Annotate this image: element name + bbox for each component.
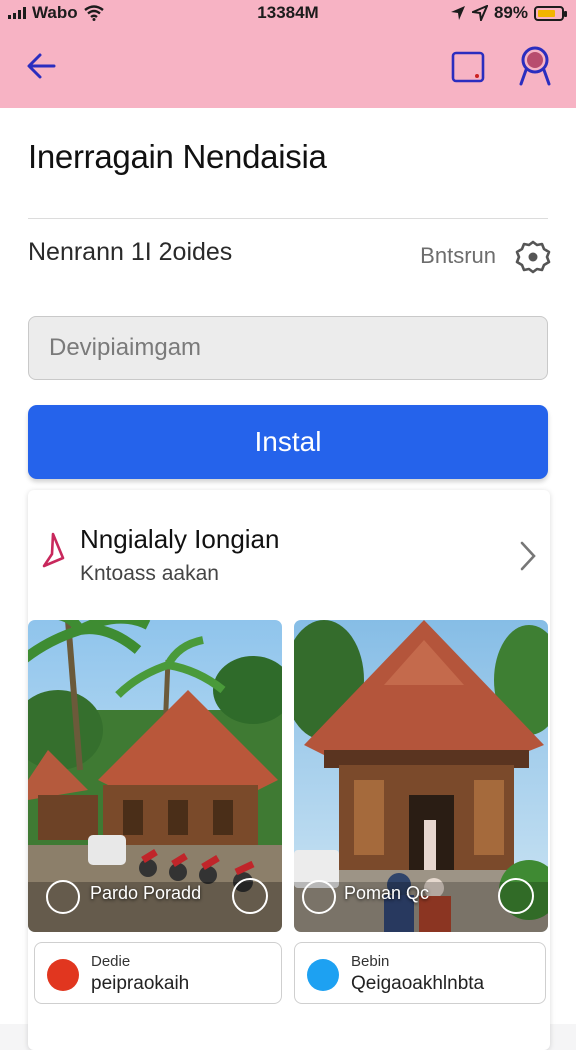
- battery-icon: [534, 5, 567, 21]
- pin-icon: [42, 532, 65, 568]
- tile-bottom-text: Qeigaoakhlnbta: [351, 973, 485, 994]
- option-label[interactable]: Bntsrun: [420, 243, 496, 269]
- divider: [28, 218, 548, 219]
- list-item[interactable]: Nngialaly Iongian Kntoass aakan: [28, 490, 550, 610]
- top-app-bar: Wabo 13384M 89%: [0, 0, 576, 108]
- page-subtitle: Nenrann 1I 2oides: [28, 238, 233, 266]
- install-button[interactable]: Instal: [28, 405, 548, 479]
- photo-card[interactable]: Poman Qc: [294, 620, 548, 932]
- location-icon: [450, 6, 465, 20]
- main-content: Inerragain Nendaisia Nenrann 1I 2oides B…: [0, 108, 576, 1050]
- content-card: Nngialaly Iongian Kntoass aakan Pardo Po…: [28, 490, 550, 1050]
- page-title: Inerragain Nendaisia: [28, 138, 327, 175]
- list-item-title: Nngialaly Iongian: [80, 524, 280, 554]
- flag-icon: [47, 959, 79, 991]
- tile-card[interactable]: Dedie peipraokaih: [34, 942, 282, 1004]
- photo-card[interactable]: Pardo Poradd: [28, 620, 282, 932]
- battery-percent: 89%: [493, 3, 528, 22]
- status-bar: Wabo 13384M 89%: [0, 0, 576, 28]
- tile-bottom-text: peipraokaih: [91, 973, 190, 994]
- navigation-icon: [471, 5, 488, 21]
- compass-icon: [46, 880, 80, 914]
- tile-card[interactable]: Bebin Qeigaoakhlnbta: [294, 942, 546, 1004]
- play-icon[interactable]: [232, 878, 268, 914]
- heart-icon[interactable]: [498, 878, 534, 914]
- battery-fill: [538, 9, 555, 17]
- arrow-left-icon[interactable]: [22, 46, 62, 86]
- tile-top-text: Bebin: [351, 953, 390, 970]
- square-icon[interactable]: [448, 46, 488, 86]
- photo-caption: Pardo Poradd: [90, 883, 202, 903]
- twitter-icon: [307, 959, 339, 991]
- photo-caption: Poman Qc: [344, 883, 430, 903]
- eye-settings-icon[interactable]: [514, 238, 552, 276]
- search-input[interactable]: [28, 316, 548, 380]
- chevron-right-icon[interactable]: [518, 540, 538, 572]
- share-icon: [302, 880, 336, 914]
- list-item-subtitle: Kntoass aakan: [80, 562, 219, 585]
- tile-top-text: Dedie: [91, 953, 131, 970]
- status-right: 89%: [450, 3, 567, 23]
- user-icon[interactable]: [514, 44, 556, 86]
